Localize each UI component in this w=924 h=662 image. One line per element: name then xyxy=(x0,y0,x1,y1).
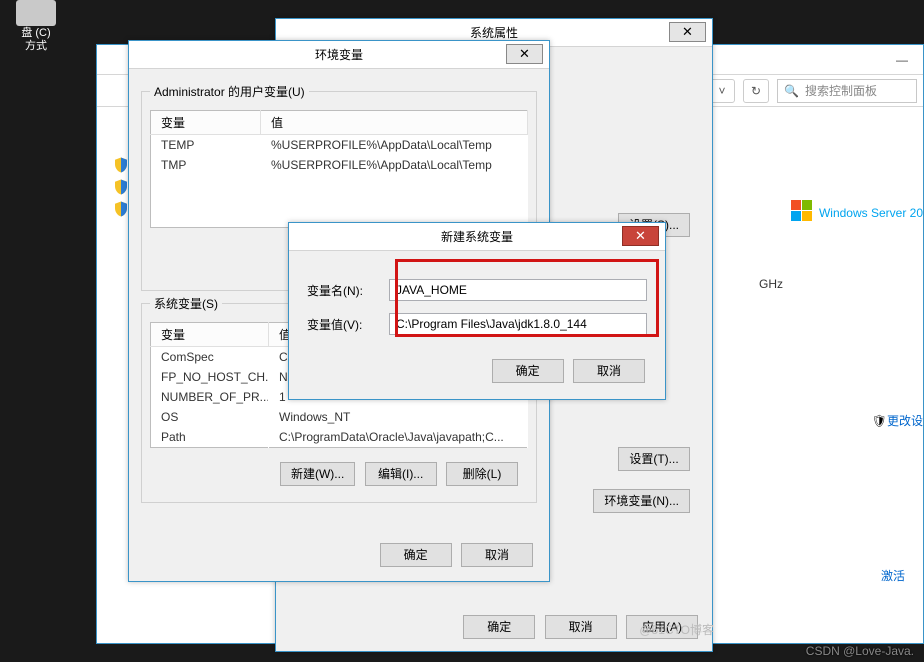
col-name-header[interactable]: 变量 xyxy=(151,323,269,347)
refresh-button[interactable]: ↻ xyxy=(743,79,769,103)
user-vars-table[interactable]: 变量 值 TEMP%USERPROFILE%\AppData\Local\Tem… xyxy=(150,110,528,228)
close-button[interactable]: ✕ xyxy=(506,44,543,64)
new-sys-var-button[interactable]: 新建(W)... xyxy=(280,462,355,486)
new-var-titlebar[interactable]: 新建系统变量 ✕ xyxy=(289,223,665,251)
var-value-input[interactable] xyxy=(389,313,647,335)
change-settings-link[interactable]: 🛡更改设 xyxy=(872,412,923,429)
watermark-csdn: CSDN @Love-Java. xyxy=(806,644,914,658)
cancel-button[interactable]: 取消 xyxy=(545,615,617,639)
env-vars-titlebar[interactable]: 环境变量 ✕ xyxy=(129,41,549,69)
table-row[interactable]: TEMP%USERPROFILE%\AppData\Local\Temp xyxy=(151,135,528,156)
desktop-drive-icon[interactable]: 盘 (C) 方式 xyxy=(8,0,64,52)
var-value-label: 变量值(V): xyxy=(307,316,389,333)
user-vars-label: Administrator 的用户变量(U) xyxy=(150,83,309,100)
close-button[interactable]: ✕ xyxy=(622,226,659,246)
table-header-row: 变量 值 xyxy=(151,111,528,135)
close-button[interactable]: ✕ xyxy=(669,22,706,42)
table-row[interactable]: OSWindows_NT xyxy=(151,407,528,427)
ok-button[interactable]: 确定 xyxy=(380,543,452,567)
edit-sys-var-button[interactable]: 编辑(I)... xyxy=(365,462,437,486)
system-vars-label: 系统变量(S) xyxy=(150,295,222,312)
settings-t-button[interactable]: 设置(T)... xyxy=(618,447,690,471)
col-name-header[interactable]: 变量 xyxy=(151,111,261,135)
cpu-info: GHz xyxy=(759,277,783,291)
drive-label-1: 盘 (C) xyxy=(8,27,64,39)
activate-link[interactable]: 激活 xyxy=(881,567,905,584)
windows-logo-icon xyxy=(791,200,813,222)
col-value-header[interactable]: 值 xyxy=(261,111,528,135)
cancel-button[interactable]: 取消 xyxy=(461,543,533,567)
drive-label-2: 方式 xyxy=(8,40,64,52)
ok-button[interactable]: 确定 xyxy=(463,615,535,639)
var-name-input[interactable] xyxy=(389,279,647,301)
search-input[interactable]: 🔍 搜索控制面板 xyxy=(777,79,917,103)
shield-icon: 🛡 xyxy=(872,414,887,428)
delete-sys-var-button[interactable]: 删除(L) xyxy=(446,462,518,486)
new-var-dialog: 新建系统变量 ✕ 变量名(N): 变量值(V): 确定 取消 xyxy=(288,222,666,400)
system-properties-title: 系统属性 xyxy=(470,24,518,41)
windows-server-logo: Windows Server 20 xyxy=(791,197,923,224)
env-vars-title: 环境变量 xyxy=(315,46,363,63)
cancel-button[interactable]: 取消 xyxy=(573,359,645,383)
minimize-button[interactable]: — xyxy=(887,53,917,67)
watermark-cto: @51CTO博客 xyxy=(639,621,714,638)
table-row[interactable]: TMP%USERPROFILE%\AppData\Local\Temp xyxy=(151,155,528,175)
search-icon: 🔍 xyxy=(784,84,799,98)
new-var-title: 新建系统变量 xyxy=(441,228,513,245)
table-row[interactable]: PathC:\ProgramData\Oracle\Java\javapath;… xyxy=(151,427,528,448)
env-vars-button[interactable]: 环境变量(N)... xyxy=(593,489,690,513)
drive-icon xyxy=(16,0,56,26)
var-name-label: 变量名(N): xyxy=(307,282,389,299)
ok-button[interactable]: 确定 xyxy=(492,359,564,383)
search-placeholder: 搜索控制面板 xyxy=(805,82,877,99)
